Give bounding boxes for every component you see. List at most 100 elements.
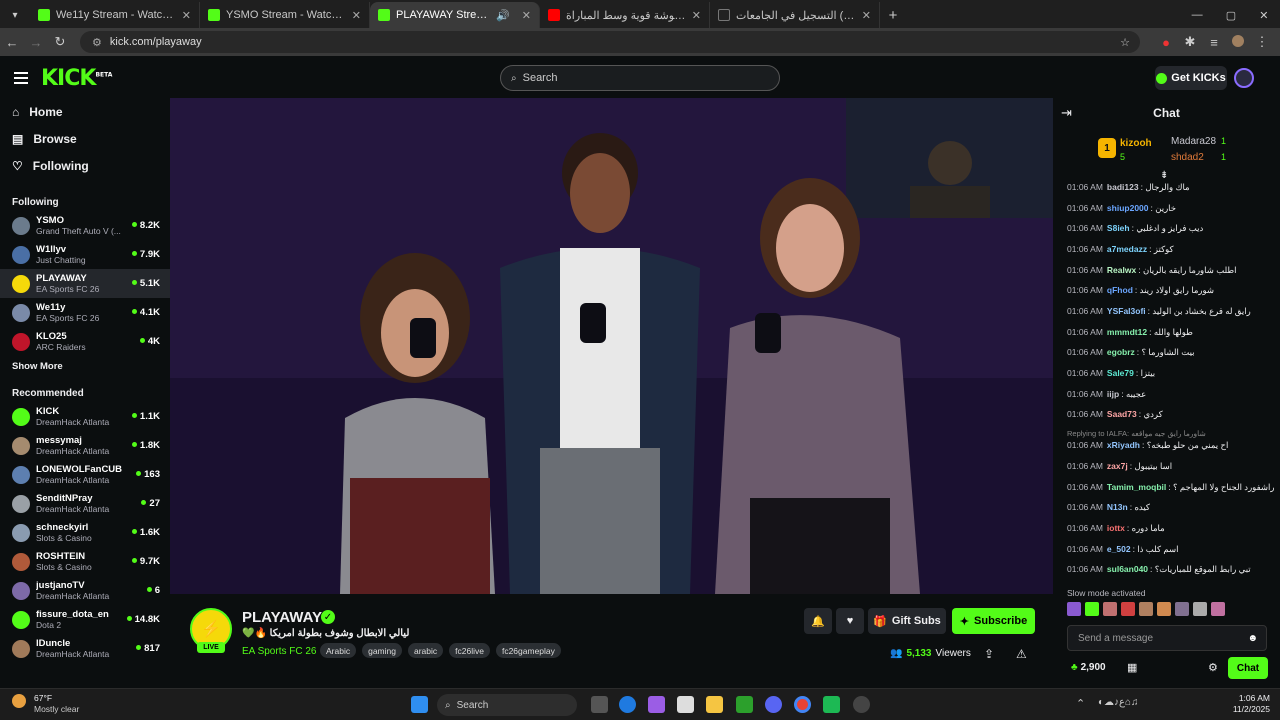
message-username[interactable]: shiup2000 [1107, 203, 1149, 213]
chat-message[interactable]: 01:06 AM sul6an040: تبي رابط الموقع للمبا… [1067, 564, 1277, 575]
sidebar-channel[interactable]: We11y EA Sports FC 26 4.1K [0, 298, 170, 327]
url-field[interactable]: ⚙ kick.com/playaway ☆ [80, 31, 1140, 53]
edge-icon[interactable] [619, 696, 636, 713]
extensions-puzzle-icon[interactable]: ✱ [1178, 34, 1202, 50]
browser-tab-active[interactable]: PLAYAWAY Stream - Watch 🔊 ✕ [370, 2, 540, 28]
sidebar-nav-home[interactable]: ⌂ Home [0, 98, 170, 125]
browser-menu-icon[interactable]: ⋮ [1250, 34, 1274, 50]
message-username[interactable]: mmmdt12 [1107, 327, 1147, 337]
bookmark-star-icon[interactable]: ☆ [1120, 36, 1130, 49]
browser-tab[interactable]: We11y Stream - Watch Live on ✕ [30, 2, 200, 28]
chat-message[interactable]: 01:06 AM a7medazz: كوكتز [1067, 244, 1277, 255]
chat-message[interactable]: 01:06 AM iijp: عجيبه [1067, 389, 1277, 400]
windows-start-icon[interactable] [411, 696, 428, 713]
message-username[interactable]: qFhod [1107, 285, 1133, 295]
browser-tab[interactable]: هوشة قوية وسط المباراة🔥😂 ✕ [540, 2, 710, 28]
channel-name[interactable]: PLAYAWAY [242, 609, 322, 626]
message-username[interactable]: xRiyadh [1107, 440, 1140, 450]
message-username[interactable]: Realwx [1107, 265, 1136, 275]
chat-message[interactable]: 01:06 AM Realwx: اطلب شاورما رايقه بالريا… [1067, 265, 1277, 276]
show-more-button[interactable]: Show More [0, 356, 170, 376]
kicks-balance[interactable]: ♣ 2,900 [1071, 662, 1106, 673]
sidebar-channel[interactable]: lDuncle DreamHack Atlanta 817 [0, 634, 170, 663]
message-username[interactable]: sul6an040 [1107, 564, 1148, 574]
browser-tab[interactable]: التسجيل في الجامعات (sajjel@) ✕ [710, 2, 880, 28]
kick-logo[interactable]: KICKBETA [41, 66, 112, 91]
chat-message[interactable]: 01:06 AM mmmdt12: طولها والله [1067, 327, 1277, 338]
minimize-icon[interactable]: — [1192, 9, 1203, 21]
store-icon[interactable] [677, 696, 694, 713]
message-username[interactable]: YSFal3ofi [1107, 306, 1146, 316]
report-icon[interactable]: ⚠ [1016, 647, 1027, 661]
tab-list-icon[interactable]: ▾ [0, 2, 30, 28]
send-chat-button[interactable]: Chat [1228, 657, 1268, 679]
emote-icon[interactable] [1211, 602, 1225, 616]
app-icon[interactable] [823, 696, 840, 713]
chrome-icon[interactable] [794, 696, 811, 713]
copilot-icon[interactable] [648, 696, 665, 713]
sidebar-channel[interactable]: SenditNPray DreamHack Atlanta 27 [0, 489, 170, 518]
file-explorer-icon[interactable] [706, 696, 723, 713]
message-username[interactable]: e_502 [1107, 544, 1131, 554]
leaderboard-user[interactable]: Madara28 [1171, 136, 1216, 147]
sidebar-nav-following[interactable]: ♡ Following [0, 152, 170, 179]
sidebar-nav-browse[interactable]: ▤ Browse [0, 125, 170, 152]
pin-icon[interactable]: ⇟ [1160, 170, 1168, 181]
taskbar-search[interactable]: ⌕ Search [437, 694, 577, 716]
user-avatar[interactable] [1234, 68, 1254, 88]
sidebar-channel[interactable]: YSMO Grand Theft Auto V (... 8.2K [0, 211, 170, 240]
chat-message[interactable]: 01:06 AM zax7j: اسا بيتيبول [1067, 461, 1277, 472]
sidebar-channel[interactable]: fissure_dota_en Dota 2 14.8K [0, 605, 170, 634]
new-tab-button[interactable]: + [880, 2, 906, 28]
back-icon[interactable]: ← [0, 35, 24, 50]
profile-avatar-icon[interactable] [1226, 34, 1250, 50]
system-tray-icons[interactable]: ◐☁♪ع⌂♫ [1098, 697, 1139, 708]
share-icon[interactable]: ⇪ [984, 647, 994, 661]
sidebar-channel[interactable]: KICK DreamHack Atlanta 1.1K [0, 402, 170, 431]
emote-icon[interactable] [1085, 602, 1099, 616]
emote-icon[interactable] [1067, 602, 1081, 616]
chat-message[interactable]: 01:06 AM xRiyadh: اح يمني من حلو طبخه؟ [1067, 440, 1277, 451]
chat-message[interactable]: 01:06 AM qFhod: شورما رايق اولاد ريند [1067, 285, 1277, 296]
chat-message[interactable]: 01:06 AM Saad73: كردي [1067, 409, 1277, 420]
message-username[interactable]: egobrz [1107, 347, 1135, 357]
audio-icon[interactable]: 🔊 [496, 9, 510, 22]
sidebar-channel[interactable]: messymaj DreamHack Atlanta 1.8K [0, 431, 170, 460]
close-icon[interactable]: ✕ [522, 9, 531, 22]
close-icon[interactable]: ✕ [352, 9, 361, 22]
emote-icon[interactable] [1139, 602, 1153, 616]
sidebar-channel[interactable]: justjanoTV DreamHack Atlanta 6 [0, 576, 170, 605]
leaderboard-user[interactable]: kizooh [1120, 138, 1152, 149]
stream-category[interactable]: EA Sports FC 26 [242, 646, 316, 657]
close-window-icon[interactable]: ✕ [1259, 9, 1268, 22]
sidebar-channel[interactable]: LONEWOLFanCUB DreamHack Atlanta 163 [0, 460, 170, 489]
stream-tag[interactable]: fc26live [449, 643, 490, 658]
chat-message[interactable]: 01:06 AM e_502: اسم كلب ذا [1067, 544, 1277, 555]
media-icon[interactable]: ≡ [1202, 35, 1226, 50]
emote-icon[interactable] [1193, 602, 1207, 616]
follow-button[interactable]: ♥ [836, 608, 864, 634]
chat-message[interactable]: 01:06 AM shiup2000: خارين [1067, 203, 1277, 214]
sidebar-channel[interactable]: ROSHTEIN Slots & Casino 9.7K [0, 547, 170, 576]
video-player[interactable] [170, 98, 1053, 594]
hamburger-menu-icon[interactable] [14, 70, 28, 84]
sidebar-channel[interactable]: schneckyirl Slots & Casino 1.6K [0, 518, 170, 547]
message-username[interactable]: a7medazz [1107, 244, 1147, 254]
message-username[interactable]: badi123 [1107, 182, 1139, 192]
message-username[interactable]: N13n [1107, 502, 1128, 512]
message-username[interactable]: Saad73 [1107, 409, 1137, 419]
settings-app-icon[interactable] [853, 696, 870, 713]
stream-tag[interactable]: Arabic [320, 643, 357, 658]
chat-message[interactable]: 01:06 AM YSFal3ofi: رايق له فرع بخشاد بن … [1067, 306, 1277, 317]
search-input[interactable]: ⌕ Search [500, 65, 780, 91]
site-info-icon[interactable]: ⚙ [92, 36, 102, 49]
emoji-icon[interactable]: ☻ [1247, 633, 1258, 644]
message-username[interactable]: Tamim_moqbil [1107, 482, 1166, 492]
browser-tab[interactable]: YSMO Stream - Watch Live on ✕ [200, 2, 370, 28]
message-username[interactable]: zax7j [1107, 461, 1128, 471]
sidebar-channel[interactable]: W1llyv Just Chatting 7.9K [0, 240, 170, 269]
emote-icon[interactable] [1121, 602, 1135, 616]
maximize-icon[interactable]: ▢ [1226, 9, 1236, 22]
leaderboard-user[interactable]: shdad2 [1171, 152, 1204, 163]
close-icon[interactable]: ✕ [692, 9, 701, 22]
